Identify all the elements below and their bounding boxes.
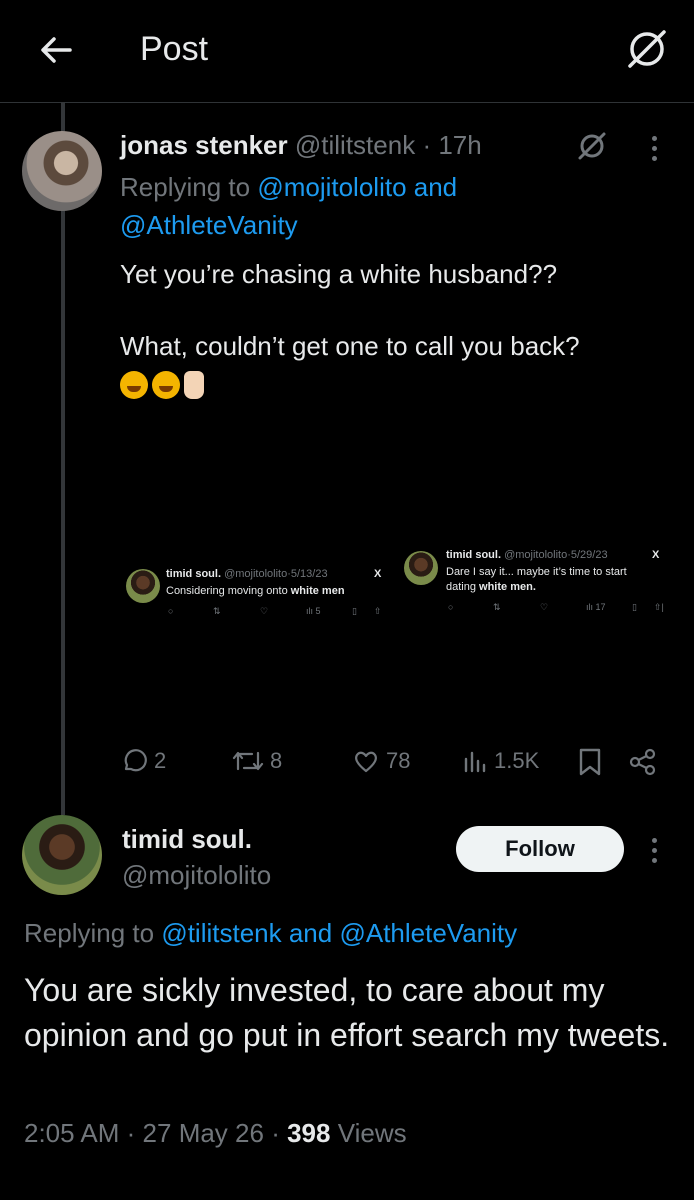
post-text: You are sickly invested, to care about m… (24, 972, 670, 1053)
embedded-text-line: dating white men. (446, 581, 536, 593)
top-bar (0, 0, 694, 103)
views-count: 1.5K (494, 748, 540, 773)
views-count: 398 (287, 1118, 331, 1148)
post-time[interactable]: 17h (438, 130, 481, 160)
handle[interactable]: @tilitstenk (295, 130, 415, 160)
embedded-handle: @mojitololito·5/29/23 (504, 549, 608, 561)
post-text-line: Yet you’re chasing a white husband?? (120, 259, 558, 289)
embedded-tweet-image[interactable]: timid soul. @mojitololito·5/13/23 X Cons… (124, 563, 392, 623)
replying-to: Replying to @mojitololito and (120, 172, 457, 203)
embedded-tweet-image[interactable]: timid soul. @mojitololito·5/29/23 X Dare… (404, 545, 676, 625)
embedded-name: timid soul. (446, 549, 501, 561)
avatar (126, 569, 160, 603)
page-title: Post (140, 30, 209, 68)
laughing-emoji-icon (120, 371, 148, 400)
handle[interactable]: @mojitololito (122, 860, 271, 891)
views-label: Views (337, 1118, 407, 1148)
pointing-hand-emoji-icon (184, 371, 204, 400)
like-button[interactable]: 78 (352, 745, 410, 777)
post-text-line: What, couldn’t get one to call you back? (120, 331, 580, 361)
embedded-name: timid soul. (166, 568, 221, 580)
separator: · (422, 130, 432, 160)
embedded-handle: @mojitololito·5/13/23 (224, 568, 328, 580)
avatar[interactable] (22, 815, 102, 895)
more-icon[interactable] (652, 838, 660, 868)
grok-icon[interactable] (576, 130, 608, 162)
repost-icon (232, 751, 264, 771)
like-icon (355, 751, 377, 773)
grok-icon[interactable] (624, 26, 670, 72)
repost-count: 8 (270, 748, 283, 773)
repost-button[interactable]: 8 (232, 745, 282, 777)
views-icon (464, 751, 486, 773)
x-logo-icon: X (374, 568, 382, 580)
post-text: Yet you’re chasing a white husband?? Wha… (120, 256, 580, 364)
embedded-text-line: Dare I say it... maybe it’s time to star… (446, 566, 627, 578)
post-header: jonas stenker @tilitstenk · 17h (120, 130, 482, 161)
x-logo-icon: X (652, 549, 660, 561)
replying-prefix: Replying to (120, 172, 251, 202)
reply-icon (124, 749, 147, 772)
avatar[interactable] (22, 131, 102, 211)
mention-link[interactable]: @mojitololito and (257, 172, 457, 202)
more-icon[interactable] (652, 136, 660, 166)
display-name[interactable]: jonas stenker (120, 130, 288, 160)
mention-link[interactable]: @AthleteVanity (120, 210, 298, 241)
replying-prefix: Replying to (24, 918, 155, 948)
post-date[interactable]: 27 May 26 (143, 1118, 264, 1148)
post-meta: 2:05 AM · 27 May 26 · 398 Views (24, 1118, 407, 1148)
share-icon[interactable] (628, 747, 658, 777)
like-count: 78 (386, 748, 411, 773)
mention-link[interactable]: @tilitstenk and @AthleteVanity (161, 918, 517, 948)
emoji-row (120, 368, 204, 400)
reply-count: 2 (154, 748, 167, 773)
back-arrow-icon[interactable] (36, 30, 76, 70)
embedded-text: Considering moving onto white men (166, 585, 345, 597)
bookmark-icon[interactable] (578, 747, 602, 777)
display-name[interactable]: timid soul. (122, 824, 252, 855)
laughing-emoji-icon (152, 371, 180, 400)
avatar (404, 551, 438, 585)
post-time[interactable]: 2:05 AM (24, 1118, 119, 1148)
views-button[interactable]: 1.5K (462, 745, 539, 777)
replying-to: Replying to @tilitstenk and @AthleteVani… (24, 918, 517, 949)
reply-button[interactable]: 2 (120, 745, 166, 777)
follow-button[interactable]: Follow (456, 826, 624, 872)
